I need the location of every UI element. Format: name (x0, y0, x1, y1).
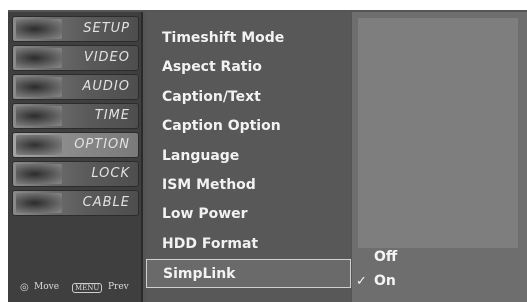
menu-item-caption-option[interactable]: Caption Option (146, 112, 351, 141)
menu-item-label: Caption Option (162, 118, 281, 134)
option-off[interactable]: Off (374, 249, 397, 265)
time-thumbnail-icon (16, 106, 62, 126)
sidebar-item-label: TIME (94, 108, 130, 123)
sidebar-footer-hints: ◎ Move MENU Prev (16, 278, 141, 302)
submenu-preview-area (358, 18, 518, 248)
menu-item-hdd-format[interactable]: HDD Format (146, 230, 351, 259)
menu-item-label: HDD Format (162, 236, 259, 252)
option-menu: Timeshift Mode Aspect Ratio Caption/Text… (146, 12, 351, 302)
menu-item-timeshift-mode[interactable]: Timeshift Mode (146, 24, 351, 53)
menu-item-label: Low Power (162, 206, 248, 222)
menu-item-label: Aspect Ratio (162, 59, 262, 75)
sidebar-item-option[interactable]: OPTION (12, 132, 139, 158)
sidebar-item-label: AUDIO (82, 79, 130, 94)
submenu-panel: Off ✓ On (352, 12, 527, 302)
menu-item-label: Language (162, 148, 240, 164)
sidebar-item-video[interactable]: VIDEO (12, 45, 139, 71)
sidebar-item-cable[interactable]: CABLE (12, 190, 139, 216)
move-hint: Move (34, 282, 60, 292)
menu-item-low-power[interactable]: Low Power (146, 200, 351, 229)
menu-item-ism-method[interactable]: ISM Method (146, 171, 351, 200)
move-icon: ◎ (20, 282, 29, 293)
sidebar-item-label: OPTION (74, 137, 130, 152)
category-sidebar: SETUP VIDEO AUDIO TIME OPTION LOCK CABLE… (8, 12, 143, 302)
prev-hint: Prev (108, 282, 129, 292)
sidebar-item-time[interactable]: TIME (12, 103, 139, 129)
menu-item-aspect-ratio[interactable]: Aspect Ratio (146, 53, 351, 82)
menu-key-icon: MENU (72, 283, 103, 293)
sidebar-item-lock[interactable]: LOCK (12, 161, 139, 187)
sidebar-item-audio[interactable]: AUDIO (12, 74, 139, 100)
audio-thumbnail-icon (16, 77, 62, 97)
option-on[interactable]: On (374, 273, 396, 289)
menu-item-label: SimpLink (163, 266, 236, 282)
menu-item-label: Caption/Text (162, 89, 261, 105)
menu-item-simplink[interactable]: SimpLink (146, 259, 351, 288)
video-thumbnail-icon (16, 48, 62, 68)
check-icon: ✓ (356, 274, 367, 289)
menu-item-label: Timeshift Mode (162, 30, 285, 46)
cable-thumbnail-icon (16, 193, 62, 213)
option-thumbnail-icon (16, 135, 62, 155)
setup-thumbnail-icon (16, 19, 62, 39)
menu-item-label: ISM Method (162, 177, 256, 193)
sidebar-item-label: SETUP (83, 21, 130, 36)
sidebar-item-label: CABLE (82, 195, 130, 210)
lock-thumbnail-icon (16, 164, 62, 184)
sidebar-item-setup[interactable]: SETUP (12, 16, 139, 42)
menu-item-language[interactable]: Language (146, 142, 351, 171)
sidebar-item-label: LOCK (91, 166, 130, 181)
sidebar-item-label: VIDEO (83, 50, 130, 65)
menu-item-caption-text[interactable]: Caption/Text (146, 83, 351, 112)
